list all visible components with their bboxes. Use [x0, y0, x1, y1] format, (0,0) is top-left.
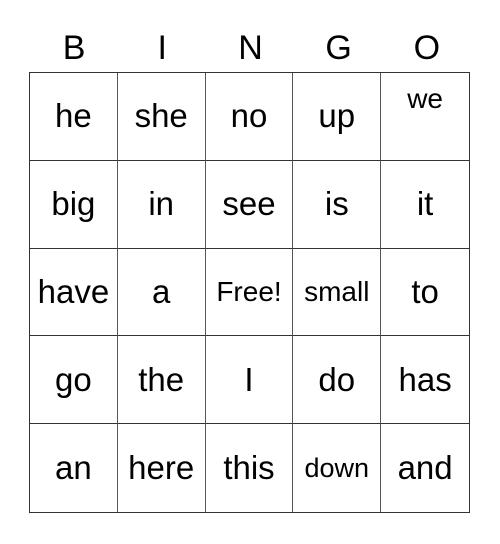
bingo-cell[interactable]: he: [30, 73, 118, 161]
bingo-cell[interactable]: and: [381, 424, 469, 512]
bingo-cell[interactable]: no: [205, 73, 294, 161]
bingo-cell[interactable]: she: [117, 73, 206, 161]
bingo-cell[interactable]: have: [30, 248, 118, 337]
free-space-cell[interactable]: Free!: [205, 248, 294, 337]
bingo-cell[interactable]: down: [293, 424, 382, 512]
bingo-cell[interactable]: to: [381, 249, 469, 337]
header-letter-o: O: [413, 29, 441, 67]
header-letter-g: G: [325, 29, 352, 67]
bingo-grid: he she no up we big in see is it have a Free! small to…: [29, 72, 470, 513]
bingo-cell[interactable]: a: [117, 248, 206, 337]
bingo-cell[interactable]: see: [205, 160, 294, 249]
bingo-cell[interactable]: do: [293, 336, 382, 425]
bingo-cell[interactable]: up: [293, 73, 382, 161]
header-letter-n: N: [238, 29, 263, 67]
bingo-cell[interactable]: here: [118, 424, 206, 512]
bingo-cell[interactable]: we: [381, 73, 469, 161]
bingo-cell[interactable]: this: [206, 424, 294, 512]
header-letter-i: I: [157, 29, 167, 67]
bingo-cell[interactable]: in: [117, 160, 206, 249]
bingo-cell[interactable]: big: [30, 160, 118, 249]
bingo-cell[interactable]: the: [117, 336, 206, 425]
bingo-cell[interactable]: is: [293, 160, 382, 249]
bingo-cell[interactable]: it: [381, 161, 469, 249]
bingo-cell[interactable]: go: [30, 336, 118, 425]
bingo-cell[interactable]: I: [205, 336, 294, 425]
header-letter-b: B: [62, 29, 86, 67]
bingo-cell[interactable]: has: [381, 336, 469, 425]
bingo-header: B I N G O: [30, 28, 471, 68]
bingo-cell[interactable]: an: [30, 424, 118, 512]
bingo-cell[interactable]: small: [293, 248, 382, 337]
